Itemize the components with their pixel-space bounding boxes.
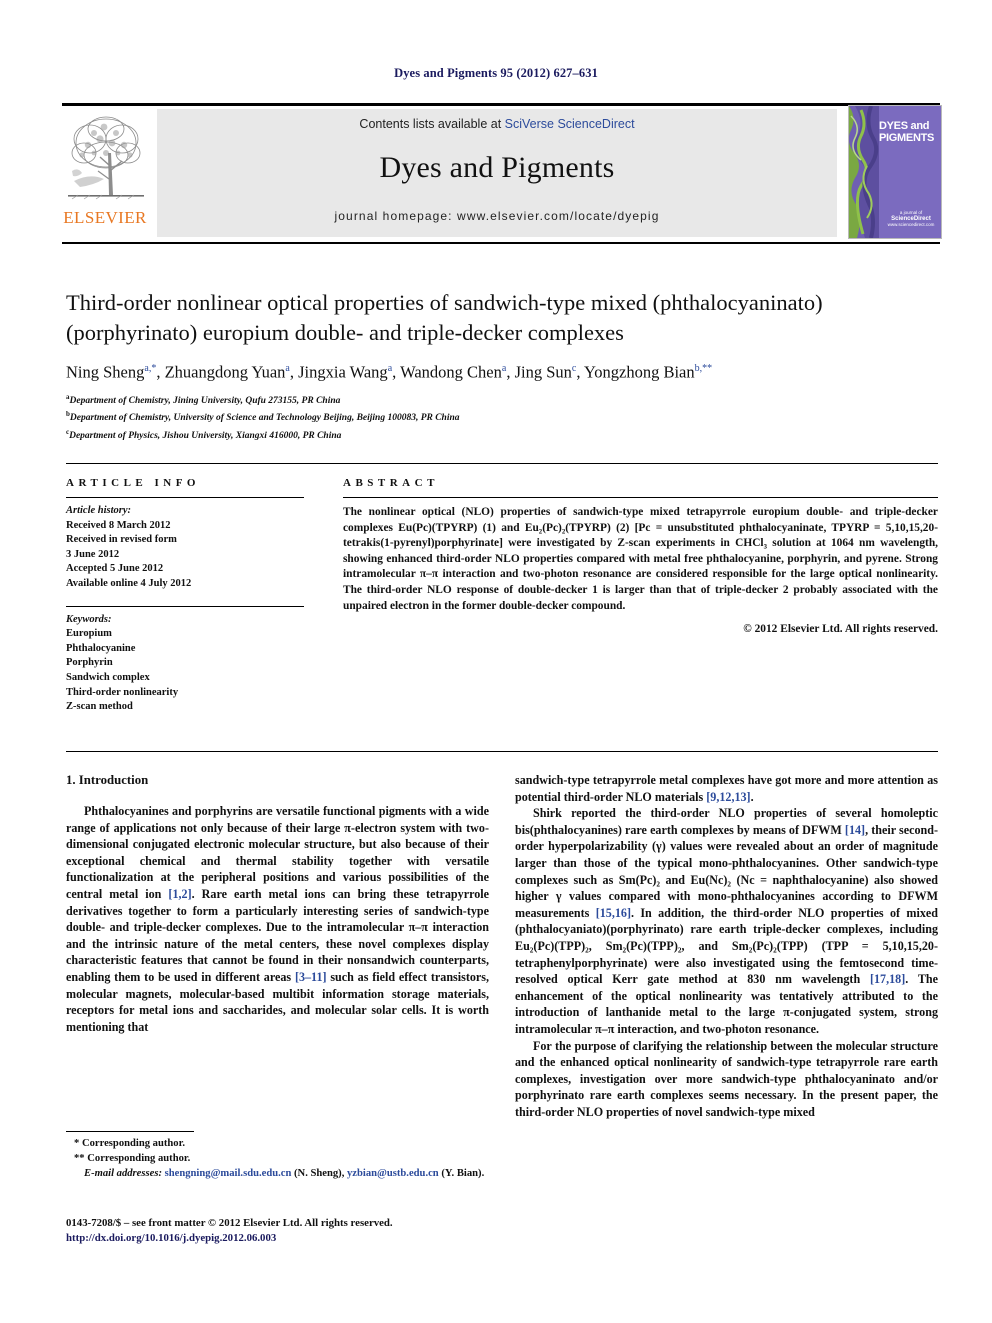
intro-paragraph-1-continued: sandwich-type tetrapyrrole metal complex… bbox=[515, 773, 938, 804]
affiliation-mark: c bbox=[66, 427, 70, 436]
intro-paragraph-3: For the purpose of clarifying the relati… bbox=[515, 1038, 938, 1119]
citation-reference[interactable]: [17,18] bbox=[870, 972, 905, 986]
journal-homepage-link[interactable]: journal homepage: www.elsevier.com/locat… bbox=[157, 209, 837, 223]
paper-page: Dyes and Pigments 95 (2012) 627–631 ELSE… bbox=[0, 0, 992, 1323]
issn-footer: 0143-7208/$ – see front matter © 2012 El… bbox=[66, 1216, 566, 1247]
author-list: Ning Shenga,*, Zhuangdong Yuana, Jingxia… bbox=[66, 362, 713, 382]
author-affiliation-mark: a bbox=[285, 363, 290, 374]
cover-marble-texture bbox=[849, 106, 879, 238]
info-rule-2 bbox=[66, 605, 304, 607]
author-affiliation-mark: b,** bbox=[694, 363, 713, 374]
info-band-bottom-rule bbox=[66, 751, 938, 752]
citation-reference[interactable]: [14] bbox=[845, 823, 865, 837]
citation-reference[interactable]: [1,2] bbox=[168, 887, 191, 901]
journal-masthead: ELSEVIER Contents lists available at Sci… bbox=[62, 103, 942, 244]
author-name: Ning Sheng bbox=[66, 362, 145, 382]
abstract-heading: ABSTRACT bbox=[343, 477, 439, 489]
info-band-top-rule bbox=[66, 463, 938, 464]
page-title: Third-order nonlinear optical properties… bbox=[66, 290, 823, 345]
intro-paragraph-2: Shirk reported the third-order NLO prope… bbox=[515, 806, 938, 1036]
article-info-column: Article history: Received 8 March 2012 Re… bbox=[66, 497, 304, 715]
body-column-left: 1. Introduction Phthalocyanines and porp… bbox=[66, 772, 489, 1035]
footnote-rule bbox=[66, 1131, 194, 1132]
article-history-item: Received in revised form bbox=[66, 534, 177, 546]
intro-paragraph-1: Phthalocyanines and porphyrins are versa… bbox=[66, 804, 489, 1034]
journal-title: Dyes and Pigments bbox=[379, 151, 615, 184]
masthead-center-panel: Contents lists available at SciVerse Sci… bbox=[157, 109, 837, 237]
citation-reference[interactable]: [3–11] bbox=[295, 970, 327, 984]
doi-link[interactable]: http://dx.doi.org/10.1016/j.dyepig.2012.… bbox=[66, 1231, 566, 1246]
elsevier-wordmark: ELSEVIER bbox=[63, 208, 147, 227]
affiliation-mark: a bbox=[66, 393, 70, 401]
cover-journal-title: DYES and PIGMENTS bbox=[879, 120, 935, 144]
cover-footer-url: www.sciencedirect.com bbox=[887, 222, 935, 227]
email-link[interactable]: yzbian@ustb.edu.cn bbox=[347, 1168, 439, 1179]
sciencedirect-link[interactable]: SciVerse ScienceDirect bbox=[505, 117, 635, 131]
author-name: Jingxia Wang bbox=[298, 362, 388, 382]
article-history-item: Available online 4 July 2012 bbox=[66, 577, 192, 589]
email-label: E-mail addresses: bbox=[84, 1168, 165, 1180]
article-history-item: Accepted 5 June 2012 bbox=[66, 563, 164, 575]
email-link[interactable]: shengning@mail.sdu.edu.cn bbox=[165, 1168, 292, 1179]
abstract-copyright: © 2012 Elsevier Ltd. All rights reserved… bbox=[743, 623, 938, 636]
running-head: Dyes and Pigments 95 (2012) 627–631 bbox=[394, 66, 598, 80]
author-affiliation-mark: a bbox=[387, 363, 393, 374]
cover-footer: a journal of ScienceDirect www.sciencedi… bbox=[883, 210, 939, 228]
citation-reference[interactable]: [15,16] bbox=[596, 906, 631, 920]
section-heading-introduction: 1. Introduction bbox=[66, 773, 149, 787]
author-affiliation-mark: a bbox=[501, 363, 507, 374]
keyword-lines: Europium Phthalocyanine Porphyrin Sandwich … bbox=[66, 627, 304, 715]
keywords-label: Keywords: bbox=[66, 613, 112, 625]
article-history-lines: Received 8 March 2012 Received in revised… bbox=[66, 519, 304, 592]
journal-cover-thumbnail: DYES and PIGMENTS a journal of ScienceDi… bbox=[848, 105, 942, 239]
affiliation-item: cDepartment of Physics, Jishou Universit… bbox=[66, 427, 342, 441]
article-history-item: Received 8 March 2012 bbox=[66, 519, 171, 531]
abstract-text: The nonlinear optical (NLO) properties o… bbox=[343, 506, 938, 612]
corresponding-author-note-2: ** Corresponding author. bbox=[74, 1153, 191, 1165]
contents-prefix: Contents lists available at bbox=[359, 117, 505, 131]
keyword-item: Third-order nonlinearity bbox=[66, 686, 179, 698]
keyword-item: Porphyrin bbox=[66, 657, 113, 669]
masthead-top-rule bbox=[62, 103, 940, 106]
citation-reference[interactable]: [9,12,13] bbox=[706, 790, 750, 804]
info-rule-1 bbox=[66, 497, 304, 498]
footnote-block: * Corresponding author. ** Corresponding… bbox=[66, 1136, 489, 1182]
author-affiliation-mark: c bbox=[571, 363, 577, 374]
corresponding-author-note-1: * Corresponding author. bbox=[74, 1138, 185, 1149]
elsevier-tree-icon bbox=[64, 109, 148, 209]
masthead-bottom-rule bbox=[62, 242, 940, 244]
email-addresses-note: E-mail addresses: shengning@mail.sdu.edu… bbox=[84, 1168, 485, 1180]
keyword-item: Europium bbox=[66, 628, 112, 640]
keyword-item: Sandwich complex bbox=[66, 671, 150, 683]
body-column-right: sandwich-type tetrapyrrole metal complex… bbox=[515, 772, 938, 1120]
article-history-item: 3 June 2012 bbox=[66, 548, 120, 560]
issn-line: 0143-7208/$ – see front matter © 2012 El… bbox=[66, 1217, 393, 1229]
article-history-label: Article history: bbox=[66, 505, 132, 516]
elsevier-logo: ELSEVIER bbox=[62, 109, 148, 237]
author-affiliation-mark: a,* bbox=[144, 363, 157, 374]
affiliation-mark: b bbox=[66, 410, 70, 419]
author-name: Wandong Chen bbox=[400, 362, 502, 382]
abstract-column: The nonlinear optical (NLO) properties o… bbox=[343, 497, 938, 635]
article-info-heading: ARTICLE INFO bbox=[66, 477, 200, 489]
author-name: Yongzhong Bian bbox=[583, 362, 695, 382]
contents-available-line: Contents lists available at SciVerse Sci… bbox=[157, 117, 837, 131]
author-name: Zhuangdong Yuan bbox=[164, 362, 286, 382]
abstract-rule bbox=[343, 497, 938, 498]
keyword-item: Phthalocyanine bbox=[66, 642, 136, 654]
affiliation-list: aDepartment of Chemistry, Jining Univers… bbox=[66, 391, 666, 443]
author-name: Jing Sun bbox=[514, 362, 572, 382]
affiliation-item: bDepartment of Chemistry, University of … bbox=[66, 410, 460, 424]
affiliation-item: aDepartment of Chemistry, Jining Univers… bbox=[66, 393, 341, 407]
keyword-item: Z-scan method bbox=[66, 701, 133, 713]
